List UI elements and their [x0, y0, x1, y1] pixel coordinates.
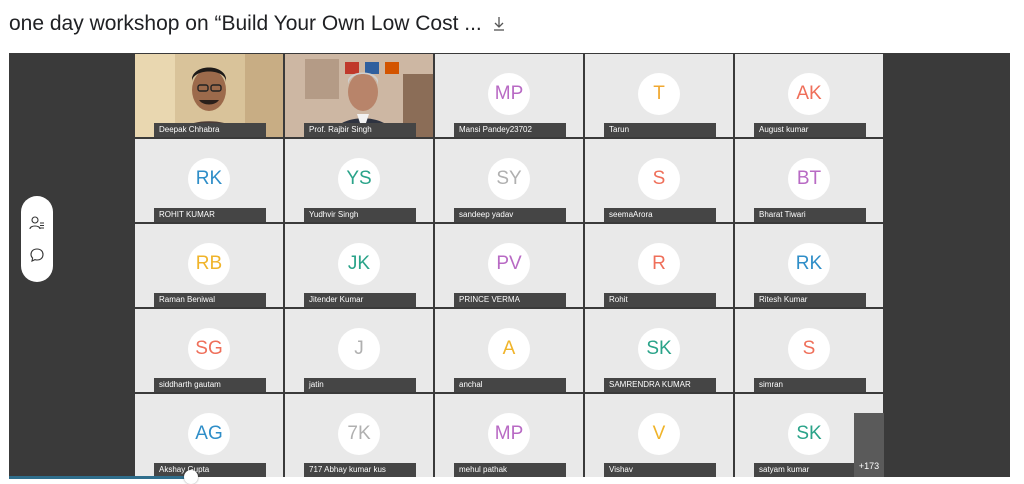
participant-name: Tarun	[604, 123, 716, 137]
participant-name: seemaArora	[604, 208, 716, 222]
participant-name: simran	[754, 378, 866, 392]
avatar: MP	[488, 413, 530, 455]
participant-tile[interactable]: R Rohit	[584, 223, 734, 308]
more-participants-badge[interactable]: +173	[854, 413, 884, 477]
participant-name: Bharat Tiwari	[754, 208, 866, 222]
participant-name: ROHIT KUMAR	[154, 208, 266, 222]
avatar: A	[488, 328, 530, 370]
side-rail	[21, 196, 53, 282]
participant-name: siddharth gautam	[154, 378, 266, 392]
participant-tile[interactable]: BT Bharat Tiwari	[734, 138, 884, 223]
participant-tile[interactable]: YS Yudhvir Singh	[284, 138, 434, 223]
avatar: MP	[488, 73, 530, 115]
avatar: S	[638, 158, 680, 200]
participant-name: Yudhvir Singh	[304, 208, 416, 222]
participant-name: satyam kumar	[754, 463, 866, 477]
header: one day workshop on “Build Your Own Low …	[9, 9, 506, 39]
avatar: RK	[788, 243, 830, 285]
video-grid-area: Deepak Chhabra Prof. Rajbir Singh MP Mansi …	[9, 53, 1010, 477]
scroll-knob[interactable]	[184, 470, 198, 484]
participant-tile[interactable]: SseemaArora	[584, 138, 734, 223]
meeting-title: one day workshop on “Build Your Own Low …	[9, 12, 482, 35]
avatar: SY	[488, 158, 530, 200]
chat-icon[interactable]	[28, 246, 46, 264]
participant-tile[interactable]: RK Ritesh Kumar	[734, 223, 884, 308]
participant-name: anchal	[454, 378, 566, 392]
participant-tile[interactable]: SK SAMRENDRA KUMAR	[584, 308, 734, 393]
participant-tile[interactable]: JK Jitender Kumar	[284, 223, 434, 308]
participant-name: Jitender Kumar	[304, 293, 416, 307]
participant-tile[interactable]: MP Mansi Pandey23702	[434, 53, 584, 138]
avatar: V	[638, 413, 680, 455]
participant-name: Vishav	[604, 463, 716, 477]
avatar: 7K	[338, 413, 380, 455]
participant-name: PRINCE VERMA	[454, 293, 566, 307]
participant-tile[interactable]: MP mehul pathak	[434, 393, 584, 477]
participant-tile[interactable]: RK ROHIT KUMAR	[134, 138, 284, 223]
avatar: SG	[188, 328, 230, 370]
participant-name: Mansi Pandey23702	[454, 123, 566, 137]
participant-tile[interactable]: T Tarun	[584, 53, 734, 138]
participant-tile[interactable]: Prof. Rajbir Singh	[284, 53, 434, 138]
participant-name: Rohit	[604, 293, 716, 307]
participant-name: Akshay Gupta	[154, 463, 266, 477]
avatar: YS	[338, 158, 380, 200]
avatar: S	[788, 328, 830, 370]
participant-name: sandeep yadav	[454, 208, 566, 222]
participant-name: Ritesh Kumar	[754, 293, 866, 307]
participant-tile[interactable]: PV PRINCE VERMA	[434, 223, 584, 308]
avatar: T	[638, 73, 680, 115]
participant-name: Raman Beniwal	[154, 293, 266, 307]
participant-tile[interactable]: Aanchal	[434, 308, 584, 393]
participants-icon[interactable]	[28, 214, 46, 232]
participant-name: Prof. Rajbir Singh	[304, 123, 416, 137]
participant-name: mehul pathak	[454, 463, 566, 477]
participant-tile[interactable]: AG Akshay Gupta	[134, 393, 284, 477]
participant-name: 717 Abhay kumar kus	[304, 463, 416, 477]
participant-tile[interactable]: SY sandeep yadav	[434, 138, 584, 223]
avatar: BT	[788, 158, 830, 200]
avatar: SK	[788, 413, 830, 455]
participant-tile[interactable]: Deepak Chhabra	[134, 53, 284, 138]
participant-tile[interactable]: Jjatin	[284, 308, 434, 393]
avatar: AK	[788, 73, 830, 115]
participant-tile[interactable]: RB Raman Beniwal	[134, 223, 284, 308]
participant-name: jatin	[304, 378, 416, 392]
participant-tile[interactable]: Ssimran	[734, 308, 884, 393]
participant-name: August kumar	[754, 123, 866, 137]
avatar: JK	[338, 243, 380, 285]
participant-grid: Deepak Chhabra Prof. Rajbir Singh MP Mansi …	[134, 53, 884, 477]
avatar: J	[338, 328, 380, 370]
avatar: RB	[188, 243, 230, 285]
participant-tile[interactable]: V Vishav	[584, 393, 734, 477]
participant-name: SAMRENDRA KUMAR	[604, 378, 716, 392]
participant-tile[interactable]: AK August kumar	[734, 53, 884, 138]
avatar: R	[638, 243, 680, 285]
download-icon[interactable]	[492, 16, 506, 32]
participant-tile[interactable]: 7K 717 Abhay kumar kus	[284, 393, 434, 477]
avatar: AG	[188, 413, 230, 455]
participant-name: Deepak Chhabra	[154, 123, 266, 137]
participant-tile[interactable]: SG siddharth gautam	[134, 308, 284, 393]
avatar: PV	[488, 243, 530, 285]
avatar: SK	[638, 328, 680, 370]
avatar: RK	[188, 158, 230, 200]
